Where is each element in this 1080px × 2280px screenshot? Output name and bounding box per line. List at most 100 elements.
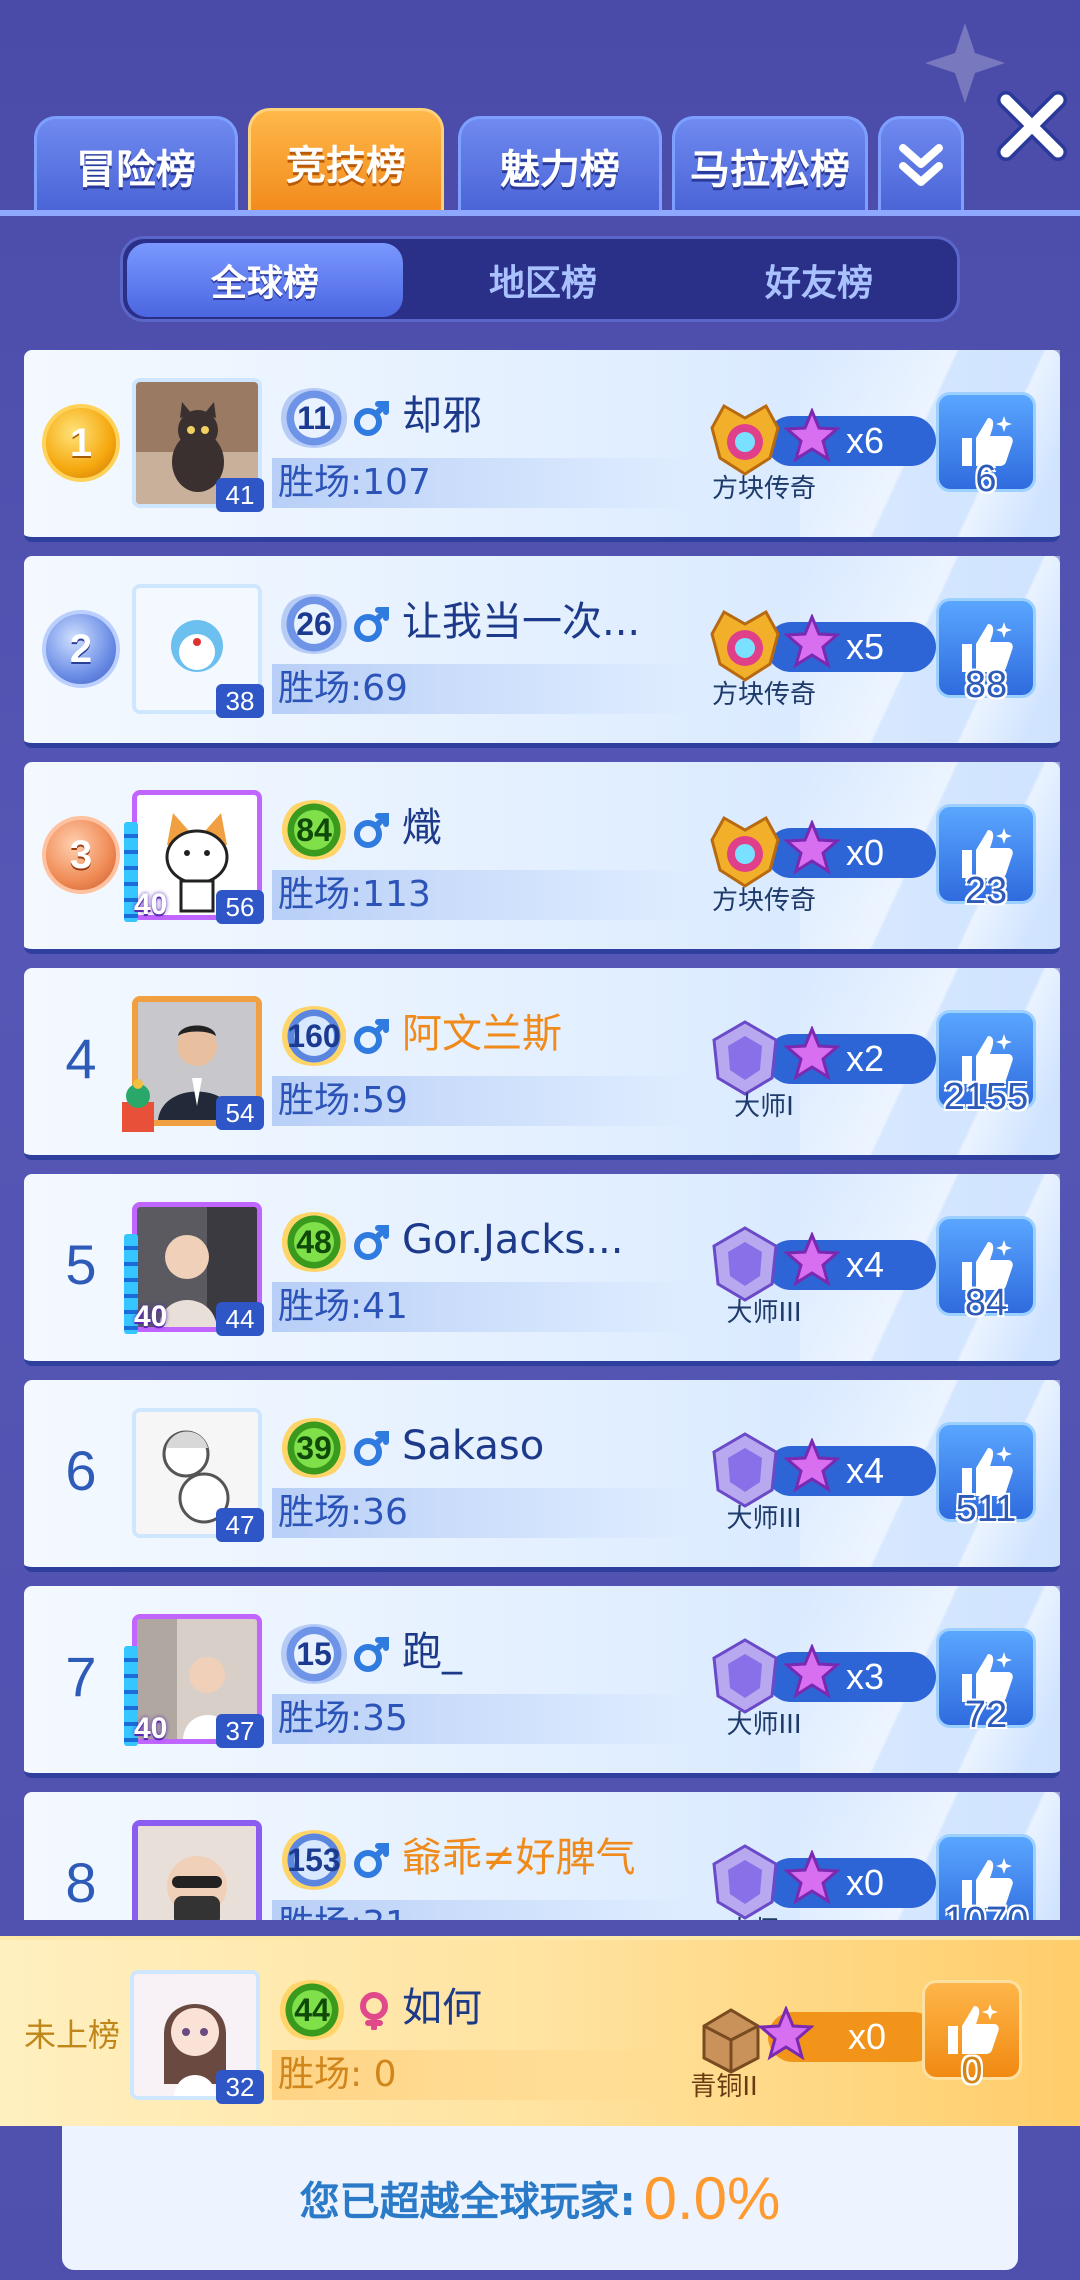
tier-label: 大师III xyxy=(726,1504,802,1534)
subtab-friends[interactable]: 好友榜 xyxy=(681,243,957,317)
my-level-badge: 44 xyxy=(276,1980,348,2040)
wins-count: 胜场:35 xyxy=(272,1694,692,1744)
close-button[interactable] xyxy=(992,86,1072,166)
star-icon xyxy=(784,1850,840,1905)
leaderboard-tabs: 冒险榜 竞技榜 魅力榜 马拉松榜 xyxy=(34,108,974,212)
wins-count: 胜场:113 xyxy=(272,870,692,920)
rank-medal-silver: 2 xyxy=(42,610,120,688)
avatar-level: 47 xyxy=(216,1508,264,1542)
master-rank-icon xyxy=(712,1844,778,1920)
leaderboard-row[interactable]: 4 54 160 阿文兰斯 胜场:59 x2 大师I 2155 xyxy=(24,968,1060,1160)
subtab-global[interactable]: 全球榜 xyxy=(127,243,403,317)
leaderboard-row[interactable]: 5 40 44 48 Gor.Jacks... 胜场:41 x4 大师III 8… xyxy=(24,1174,1060,1366)
rank-medal-gold: 1 xyxy=(42,404,120,482)
tier-label: 大师I xyxy=(734,1092,794,1122)
avatar-masked-person-image xyxy=(138,1826,256,1920)
female-icon xyxy=(360,1992,388,2030)
wins-count: 胜场:69 xyxy=(272,664,692,714)
leaderboard-row[interactable]: 7 40 37 15 跑_ 胜场:35 x3 大师III 72 xyxy=(24,1586,1060,1778)
male-icon xyxy=(354,401,389,436)
level-number: 39 xyxy=(296,1429,332,1466)
subtab-label: 地区榜 xyxy=(488,263,597,304)
avatar-level: 38 xyxy=(216,684,264,718)
male-icon xyxy=(354,607,389,642)
player-name: 爺乖≠好脾气 xyxy=(402,1835,636,1881)
leaderboard-row[interactable]: 6 47 39 Sakaso 胜场:36 x4 大师III 511 xyxy=(24,1380,1060,1572)
rank-number: 7 xyxy=(65,1645,97,1708)
tab-label: 马拉松榜 xyxy=(690,146,850,193)
male-icon xyxy=(354,1225,389,1260)
subtab-region[interactable]: 地区榜 xyxy=(405,243,681,317)
level-badge: 160 xyxy=(278,1006,350,1066)
tab-charm[interactable]: 魅力榜 xyxy=(458,116,662,212)
tab-competitive[interactable]: 竞技榜 xyxy=(248,108,444,212)
star-icon xyxy=(784,820,840,875)
tier-label: 大师III xyxy=(726,1298,802,1328)
like-count: 2155 xyxy=(943,1076,1029,1118)
level-badge: 26 xyxy=(278,594,350,654)
player-name: Sakaso xyxy=(402,1423,545,1469)
level-badge: 153 xyxy=(278,1830,350,1890)
wins-count: 胜场:59 xyxy=(272,1076,692,1126)
like-count: 84 xyxy=(964,1282,1008,1324)
wins-count: 胜场:107 xyxy=(272,458,692,508)
star-icon xyxy=(784,1438,840,1493)
avatar-level: 41 xyxy=(216,478,264,512)
tab-adventure[interactable]: 冒险榜 xyxy=(34,116,238,212)
avatar-badge: 40 xyxy=(134,1300,168,1333)
level-number: 48 xyxy=(296,1223,332,1260)
tier-label: 大师III xyxy=(726,1710,802,1740)
level-number: 160 xyxy=(287,1017,341,1054)
like-count: 6 xyxy=(975,458,997,500)
player-name: 跑_ xyxy=(402,1629,462,1675)
avatar-level: 37 xyxy=(216,1714,264,1748)
level-badge: 48 xyxy=(278,1212,350,1272)
leaderboard-list[interactable]: 1 41 11 却邪 胜场:107 x6 方块传奇 6 2 38 26 让我当一… xyxy=(24,350,1060,1920)
global-percentile-banner: 您已超越全球玩家: 0.0% xyxy=(62,2126,1018,2270)
subtab-label: 好友榜 xyxy=(764,263,873,304)
leaderboard-row[interactable]: 2 38 26 让我当一次... 胜场:69 x5 方块传奇 88 xyxy=(24,556,1060,748)
rank-number: 5 xyxy=(65,1233,97,1296)
like-count: 1070 xyxy=(904,1900,1060,1920)
male-icon xyxy=(354,1843,389,1878)
star-icon xyxy=(784,614,840,669)
rank-number: 2 xyxy=(69,626,93,671)
tab-label: 冒险榜 xyxy=(76,146,196,193)
tab-label: 魅力榜 xyxy=(500,146,620,193)
leaderboard-row[interactable]: 8 153 爺乖≠好脾气 胜场:31 x0 大师III 1070 xyxy=(24,1792,1060,1920)
leaderboard-row[interactable]: 1 41 11 却邪 胜场:107 x6 方块传奇 6 xyxy=(24,350,1060,542)
level-badge: 15 xyxy=(278,1624,350,1684)
like-count: 23 xyxy=(964,870,1008,912)
wins-count: 胜场:31 xyxy=(272,1900,692,1920)
level-badge: 11 xyxy=(278,388,350,448)
level-number: 26 xyxy=(296,605,332,642)
avatar-badge: 40 xyxy=(134,888,168,921)
male-icon xyxy=(354,1431,389,1466)
wins-count: 胜场:41 xyxy=(272,1282,692,1332)
star-icon xyxy=(784,1026,840,1081)
level-number: 153 xyxy=(287,1841,341,1878)
tab-marathon[interactable]: 马拉松榜 xyxy=(672,116,868,212)
chevron-double-down-icon xyxy=(899,143,943,186)
like-count: 72 xyxy=(964,1694,1008,1736)
rank-number: 3 xyxy=(69,832,93,877)
my-rank-status: 未上榜 xyxy=(24,2016,121,2054)
male-icon xyxy=(354,1019,389,1054)
my-ranking-row[interactable]: 未上榜 32 44 如何 胜场: 0 x0 青铜II 0 xyxy=(0,1936,1080,2126)
subtab-label: 全球榜 xyxy=(210,263,319,304)
male-icon xyxy=(354,1637,389,1672)
avatar-level: 56 xyxy=(216,890,264,924)
like-count: 511 xyxy=(955,1488,1017,1530)
avatar-level: 44 xyxy=(216,1302,264,1336)
player-name: Gor.Jacks... xyxy=(402,1217,624,1263)
more-tabs-button[interactable] xyxy=(878,116,964,212)
level-number: 11 xyxy=(297,399,331,436)
star-icon xyxy=(784,1644,840,1699)
rank-number: 8 xyxy=(65,1851,97,1914)
tab-divider xyxy=(0,210,1080,216)
male-icon xyxy=(354,813,389,848)
leaderboard-row[interactable]: 3 40 56 84 熾 胜场:113 x0 方块传奇 23 xyxy=(24,762,1060,954)
avatar[interactable] xyxy=(132,1820,262,1920)
percentile-value: 0.0% xyxy=(643,2164,781,2232)
close-icon xyxy=(997,91,1067,161)
